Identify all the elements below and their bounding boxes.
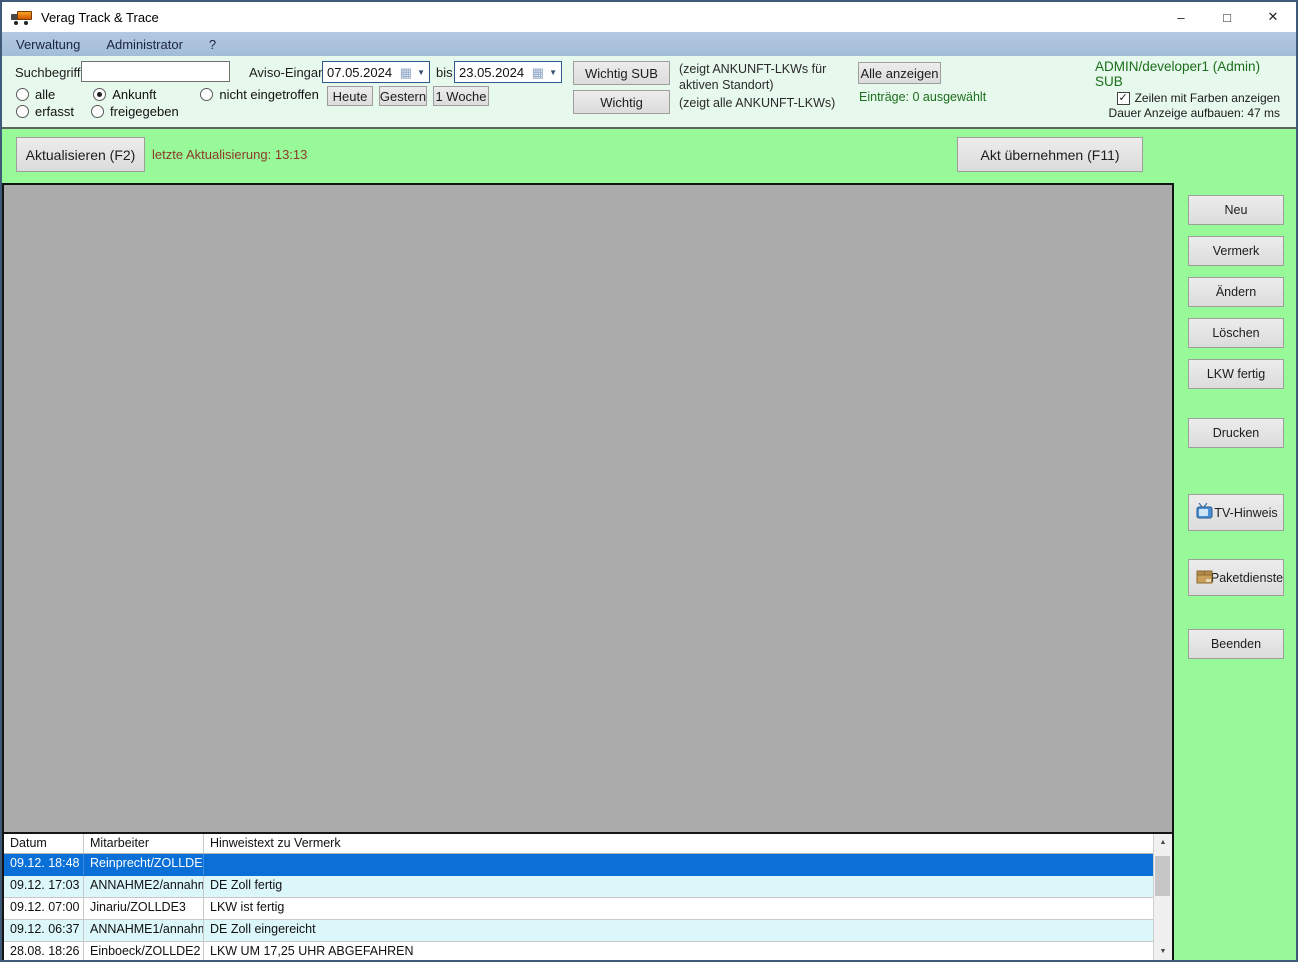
table-row[interactable]: 09.12. 18:48 Reinprecht/ZOLLDE1 [4,854,1153,876]
menu-help[interactable]: ? [209,37,216,52]
radio-freigegeben-label: freigegeben [110,104,179,119]
aktualisieren-button[interactable]: Aktualisieren (F2) [16,137,145,172]
table-row[interactable]: 09.12. 06:37 ANNAHME1/annahme1 DE Zoll e… [4,920,1153,942]
radio-erfasst-label: erfasst [35,104,75,119]
radio-freigegeben[interactable] [91,105,105,118]
cell-hinweis: DE Zoll fertig [210,878,283,892]
date-to-value: 23.05.2024 [459,64,525,80]
radio-alle[interactable] [16,88,29,101]
last-refresh-text: letzte Aktualisierung: 13:13 [152,147,308,162]
cell-datum: 09.12. 18:48 [4,854,84,875]
package-icon [1196,569,1214,587]
tv-hinweis-label: TV-Hinweis [1214,505,1278,520]
calendar-icon: ▦ [399,64,413,80]
table-header: Datum Mitarbeiter Hinweistext zu Vermerk [4,834,1153,854]
tv-icon [1196,502,1215,522]
paketdienste-label: Paketdienste [1210,570,1284,585]
beenden-button[interactable]: Beenden [1188,629,1284,659]
title-bar: Verag Track & Trace – □ ✕ [2,2,1296,32]
date-to-picker[interactable]: 23.05.2024 ▦ ▼ [454,61,562,83]
alle-anzeigen-button[interactable]: Alle anzeigen [858,62,941,84]
tv-hinweis-button[interactable]: TV-Hinweis [1188,494,1284,531]
aviso-eingang-label: Aviso-Eingang [249,65,333,80]
chevron-down-icon: ▼ [417,67,425,77]
paketdienste-button[interactable]: Paketdienste [1188,559,1284,596]
cell-datum: 09.12. 06:37 [4,920,84,941]
vermerk-table: Datum Mitarbeiter Hinweistext zu Vermerk… [2,832,1174,960]
radio-nicht-eingetroffen[interactable] [200,88,214,101]
entries-status: Einträge: 0 ausgewählt [859,90,987,104]
wichtig-sub-button[interactable]: Wichtig SUB [573,61,670,85]
neu-button[interactable]: Neu [1188,195,1284,225]
heute-button[interactable]: Heute [327,86,373,106]
radio-erfasst[interactable] [16,105,29,118]
radio-ankunft-label: Ankunft [112,87,157,102]
radio-alle-label: alle [35,87,56,102]
user-info-block: ADMIN/developer1 (Admin) SUB ✓ Zeilen mi… [1095,59,1280,120]
akt-uebernehmen-button[interactable]: Akt übernehmen (F11) [957,137,1143,172]
scroll-down-icon[interactable]: ▼ [1154,943,1172,960]
calendar-icon: ▦ [531,64,545,80]
vermerk-button[interactable]: Vermerk [1188,236,1284,266]
gestern-button[interactable]: Gestern [379,86,427,106]
radio-ankunft[interactable] [93,88,107,101]
cell-hinweis: DE Zoll eingereicht [210,922,316,936]
window-title: Verag Track & Trace [41,9,159,25]
cell-hinweis [204,854,1153,875]
cell-datum: 09.12. 07:00 [4,898,84,919]
search-input[interactable] [81,61,230,82]
render-duration: Dauer Anzeige aufbauen: 47 ms [1108,106,1280,120]
col-mitarbeiter[interactable]: Mitarbeiter [84,834,204,853]
menu-bar: Verwaltung Administrator ? [2,32,1296,56]
cell-mitarbeiter: ANNAHME1/annahme1 [84,920,204,941]
scrollbar-thumb[interactable] [1155,856,1170,896]
user-sub: SUB [1095,74,1123,89]
table-row[interactable]: 09.12. 17:03 ANNAHME2/annahme2 DE Zoll f… [4,876,1153,898]
menu-administrator[interactable]: Administrator [106,37,183,52]
cell-mitarbeiter: ANNAHME2/annahme2 [84,876,204,897]
colors-checkbox-label: Zeilen mit Farben anzeigen [1134,91,1280,105]
col-datum[interactable]: Datum [4,834,84,853]
wichtig-button[interactable]: Wichtig [573,90,670,114]
scroll-up-icon[interactable]: ▲ [1154,834,1172,851]
table-row[interactable]: 28.08. 18:26 Einboeck/ZOLLDE2 LKW UM 17,… [4,942,1153,960]
drucken-button[interactable]: Drucken [1188,418,1284,448]
table-scrollbar[interactable]: ▲ ▼ [1153,834,1172,960]
cell-mitarbeiter: Jinariu/ZOLLDE3 [84,898,204,919]
list-canvas[interactable] [2,183,1174,832]
main-region: Datum Mitarbeiter Hinweistext zu Vermerk… [2,183,1174,960]
lkw-fertig-button[interactable]: LKW fertig [1188,359,1284,389]
aendern-button[interactable]: Ändern [1188,277,1284,307]
loeschen-button[interactable]: Löschen [1188,318,1284,348]
cell-mitarbeiter: Reinprecht/ZOLLDE1 [84,854,204,875]
date-from-value: 07.05.2024 [327,64,393,80]
col-hinweistext[interactable]: Hinweistext zu Vermerk [204,834,1153,853]
truck-app-icon [11,10,33,25]
cell-hinweis: LKW UM 17,25 UHR ABGEFAHREN [210,944,414,958]
radio-nicht-eingetroffen-label: nicht eingetroffen [219,87,319,102]
cell-mitarbeiter: Einboeck/ZOLLDE2 [84,942,204,960]
app-window: Verag Track & Trace – □ ✕ Verwaltung Adm… [0,0,1298,962]
close-icon[interactable]: ✕ [1250,2,1296,32]
wichtig-sub-description: (zeigt ANKUNFT-LKWs für aktiven Standort… [679,62,827,92]
user-name: ADMIN/developer1 (Admin) [1095,59,1261,74]
sidebar: Neu Vermerk Ändern Löschen LKW fertig Dr… [1174,183,1296,960]
maximize-icon[interactable]: □ [1204,2,1250,32]
colors-checkbox[interactable]: ✓ [1116,91,1130,105]
eine-woche-button[interactable]: 1 Woche [433,86,489,106]
search-label: Suchbegriff [15,65,81,80]
minimize-icon[interactable]: – [1158,2,1204,32]
bis-label: bis [436,65,453,80]
cell-datum: 09.12. 17:03 [4,876,84,897]
date-from-picker[interactable]: 07.05.2024 ▦ ▼ [322,61,430,83]
cell-hinweis: LKW ist fertig [210,900,285,914]
menu-verwaltung[interactable]: Verwaltung [16,37,80,52]
chevron-down-icon: ▼ [549,67,557,77]
filter-panel: Suchbegriff alle Ankunft nicht eingetrof… [2,56,1296,129]
table-row[interactable]: 09.12. 07:00 Jinariu/ZOLLDE3 LKW ist fer… [4,898,1153,920]
cell-datum: 28.08. 18:26 [4,942,84,960]
action-bar: Aktualisieren (F2) letzte Aktualisierung… [2,129,1296,183]
